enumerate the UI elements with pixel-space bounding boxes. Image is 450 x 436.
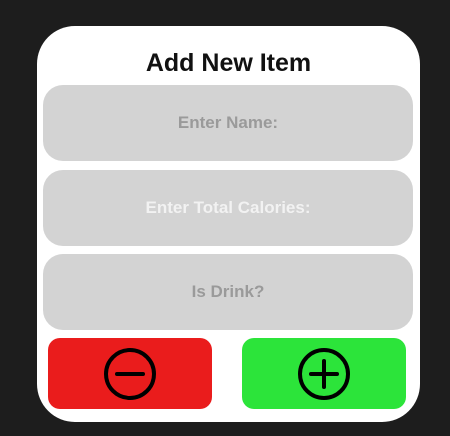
is-drink-input[interactable]: Is Drink? — [43, 254, 413, 330]
app-screen: Add New Item Enter Name: Enter Total Cal… — [0, 0, 450, 436]
plus-circle-icon — [294, 344, 354, 404]
add-button[interactable] — [242, 338, 406, 409]
name-placeholder: Enter Name: — [177, 113, 279, 132]
calories-input[interactable]: Enter Total Calories: — [43, 170, 413, 246]
calories-placeholder: Enter Total Calories: — [145, 198, 311, 217]
remove-button[interactable] — [48, 338, 212, 409]
add-item-dialog: Add New Item Enter Name: Enter Total Cal… — [37, 26, 420, 422]
is-drink-placeholder: Is Drink? — [191, 282, 265, 301]
dialog-title: Add New Item — [145, 49, 312, 77]
minus-circle-icon — [100, 344, 160, 404]
name-input[interactable]: Enter Name: — [43, 85, 413, 161]
